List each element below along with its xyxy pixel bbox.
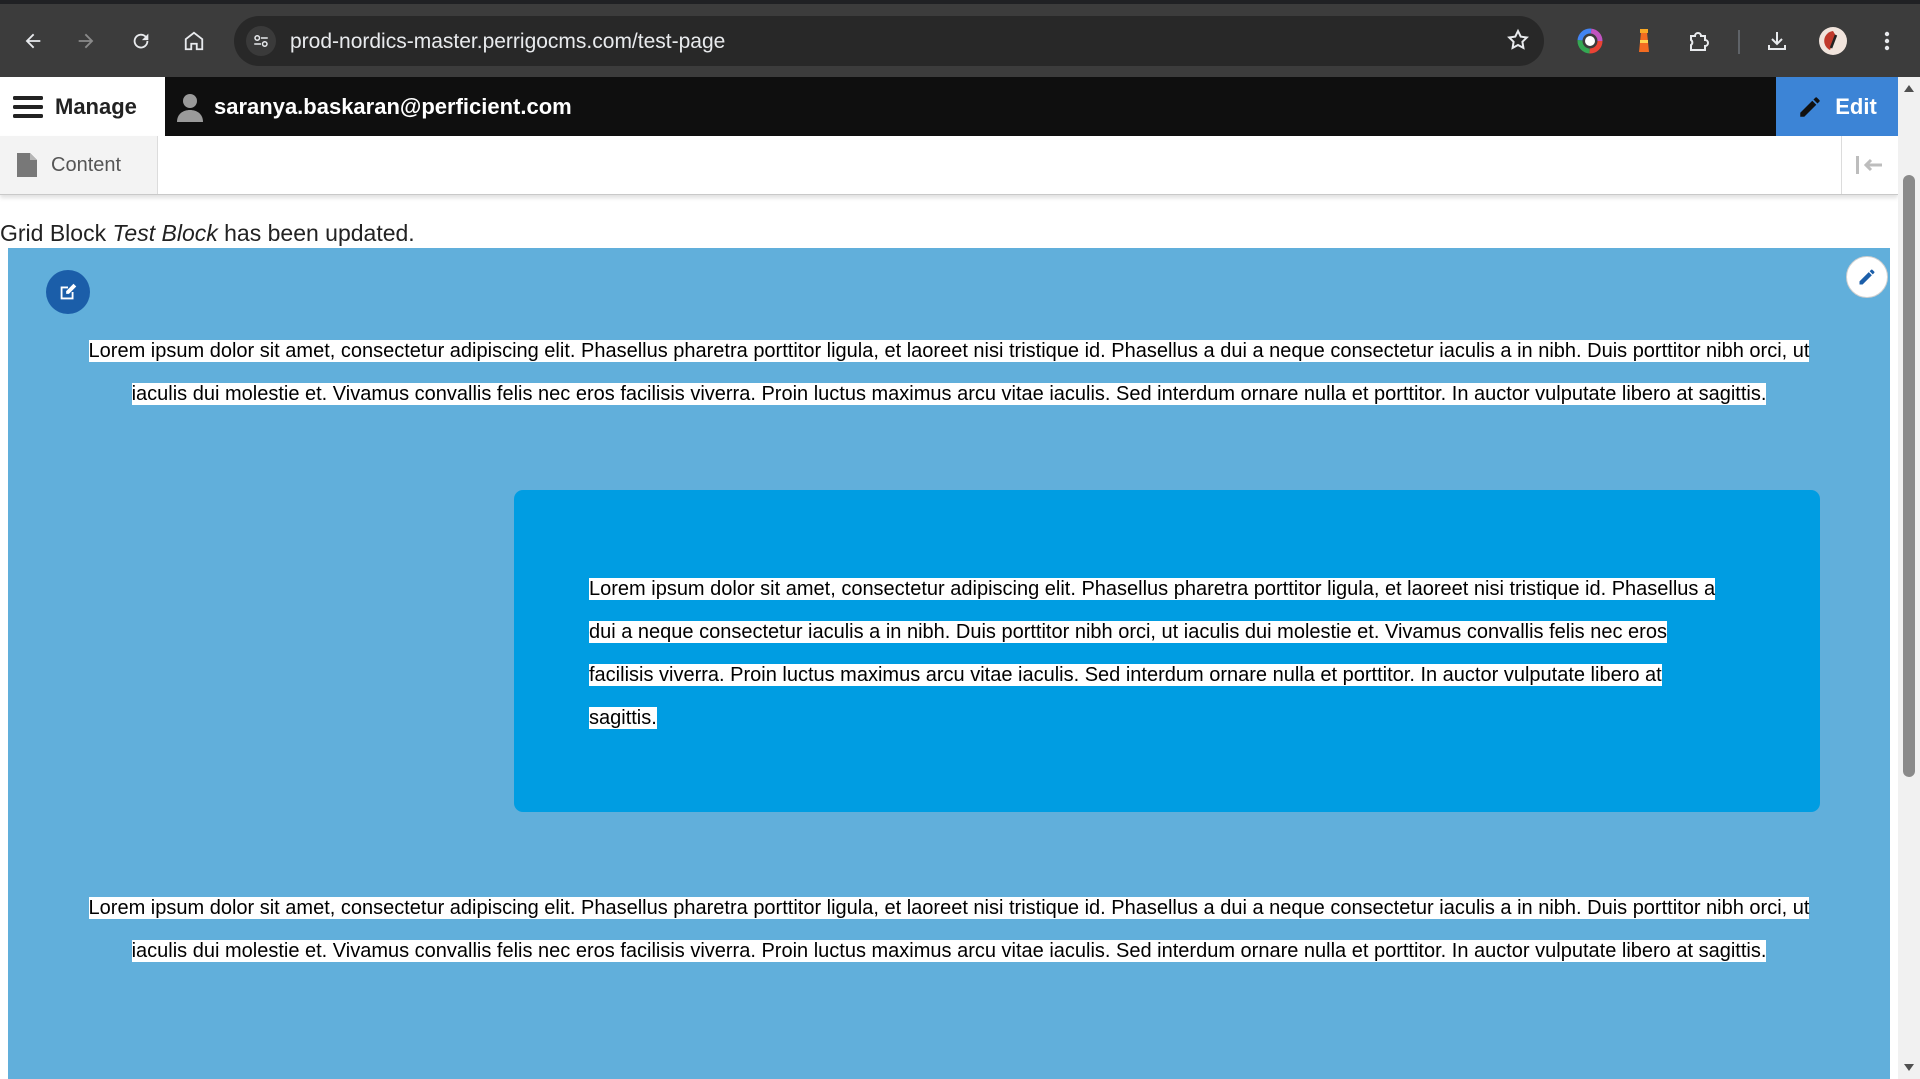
edit-square-icon xyxy=(60,283,77,300)
grid-text-bottom-content: Lorem ipsum dolor sit amet, consectetur … xyxy=(88,897,1810,962)
block-edit-button[interactable] xyxy=(46,270,90,314)
grid-text-top-content: Lorem ipsum dolor sit amet, consectetur … xyxy=(88,340,1810,405)
home-button[interactable] xyxy=(177,24,211,58)
status-prefix: Grid Block xyxy=(0,220,113,246)
inner-card: Lorem ipsum dolor sit amet, consectetur … xyxy=(514,490,1820,812)
user-tab[interactable]: saranya.baskaran@perficient.com xyxy=(176,77,572,136)
edit-button[interactable]: Edit xyxy=(1776,77,1898,136)
color-ring-icon xyxy=(1577,28,1603,54)
collapse-icon xyxy=(1856,156,1882,174)
back-button[interactable] xyxy=(16,24,50,58)
toolbar-divider xyxy=(1738,30,1740,54)
extensions-button[interactable] xyxy=(1682,24,1716,58)
inner-card-text-content: Lorem ipsum dolor sit amet, consectetur … xyxy=(589,578,1716,729)
extension-color-button[interactable] xyxy=(1573,24,1607,58)
user-label: saranya.baskaran@perficient.com xyxy=(214,93,572,119)
toolbar-tray: Content xyxy=(0,136,1898,195)
reload-button[interactable] xyxy=(124,24,158,58)
tray-item-label: Content xyxy=(51,153,122,176)
manage-tab[interactable]: Manage xyxy=(0,77,165,136)
star-icon xyxy=(1507,28,1529,50)
extension-lighthouse-button[interactable] xyxy=(1627,24,1661,58)
download-icon xyxy=(1768,32,1786,50)
page-scrollbar[interactable] xyxy=(1898,77,1920,1079)
grid-block: Lorem ipsum dolor sit amet, consectetur … xyxy=(8,248,1890,1079)
status-message: Grid Block Test Block has been updated. xyxy=(0,220,415,247)
forward-button[interactable] xyxy=(69,24,103,58)
avatar xyxy=(1819,27,1847,55)
downloads-button[interactable] xyxy=(1760,24,1794,58)
scrollbar-thumb[interactable] xyxy=(1903,175,1915,777)
address-bar[interactable]: prod-nordics-master.perrigocms.com/test-… xyxy=(234,16,1544,66)
site-info-button[interactable] xyxy=(246,26,276,56)
browser-toolbar: prod-nordics-master.perrigocms.com/test-… xyxy=(0,0,1920,77)
browser-menu-button[interactable] xyxy=(1870,24,1904,58)
manage-label: Manage xyxy=(55,93,137,119)
scroll-down-arrow[interactable] xyxy=(1904,1064,1914,1071)
pencil-icon xyxy=(1859,269,1875,285)
document-icon xyxy=(17,153,37,177)
tray-item-content[interactable]: Content xyxy=(0,136,158,194)
home-icon xyxy=(184,31,204,51)
grid-text-bottom: Lorem ipsum dolor sit amet, consectetur … xyxy=(76,887,1822,973)
url-text[interactable]: prod-nordics-master.perrigocms.com/test-… xyxy=(290,30,725,54)
arrow-left-icon xyxy=(25,33,41,49)
reload-icon xyxy=(133,33,149,49)
admin-toolbar: Manage saranya.baskaran@perficient.com E… xyxy=(0,77,1898,136)
tune-icon xyxy=(254,35,268,47)
contextual-links-button[interactable] xyxy=(1846,256,1888,298)
pencil-icon xyxy=(1800,96,1820,117)
kebab-menu-icon xyxy=(1884,31,1890,51)
hamburger-icon xyxy=(13,95,43,118)
puzzle-icon xyxy=(1690,32,1709,51)
arrow-right-icon xyxy=(78,33,94,49)
edit-label: Edit xyxy=(1835,93,1877,119)
scroll-up-arrow[interactable] xyxy=(1904,85,1914,92)
person-icon xyxy=(177,93,203,122)
grid-text-top: Lorem ipsum dolor sit amet, consectetur … xyxy=(76,330,1822,416)
collapse-tray-button[interactable] xyxy=(1841,136,1898,194)
status-suffix: has been updated. xyxy=(217,220,415,246)
bookmark-button[interactable] xyxy=(1506,28,1530,57)
status-block-name: Test Block xyxy=(112,220,218,246)
inner-card-text: Lorem ipsum dolor sit amet, consectetur … xyxy=(589,568,1719,740)
profile-button[interactable] xyxy=(1816,24,1850,58)
lighthouse-icon xyxy=(1639,29,1649,52)
